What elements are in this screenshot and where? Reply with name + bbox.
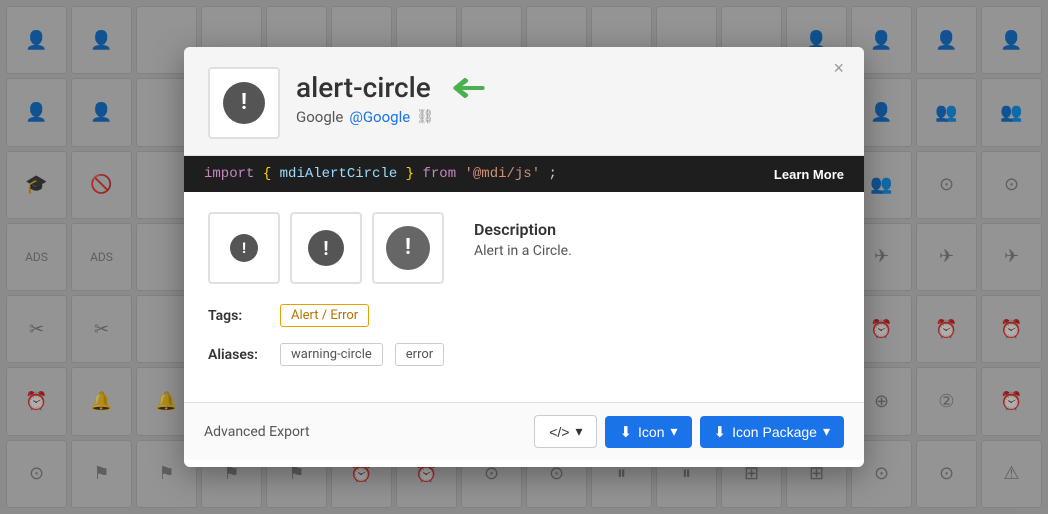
icon-btn-chevron: ▾: [671, 423, 678, 440]
modal-header: ! alert-circle Google @Google: [184, 47, 864, 156]
code-import-keyword: import: [204, 166, 254, 182]
icon-btn-label: Icon: [638, 424, 664, 440]
tags-row: Tags: Alert / Error: [208, 304, 840, 327]
code-semicolon: ;: [549, 166, 557, 182]
code-open-brace: {: [263, 166, 280, 182]
code-bar: import { mdiAlertCircle } from '@mdi/js'…: [184, 156, 864, 192]
icon-preview-small: !: [208, 212, 280, 284]
alias-chip-warning-circle[interactable]: warning-circle: [280, 343, 383, 366]
alert-circle-large: !: [386, 226, 430, 270]
modal-subtitle: Google @Google ⛓: [296, 108, 489, 126]
icon-preview-medium: !: [290, 212, 362, 284]
code-export-button[interactable]: </> ▾: [534, 415, 597, 448]
aliases-label: Aliases:: [208, 347, 268, 363]
alert-circle-small: !: [230, 234, 258, 262]
package-download-icon: ⬇: [714, 423, 727, 441]
modal-title: alert-circle: [296, 71, 489, 104]
icon-package-button[interactable]: ⬇ Icon Package ▾: [700, 416, 844, 448]
footer-actions: </> ▾ ⬇ Icon ▾ ⬇ Icon Package ▾: [534, 415, 844, 448]
code-from-keyword: from: [422, 166, 456, 182]
tags-label: Tags:: [208, 308, 268, 324]
arrow-icon: [441, 74, 489, 102]
icon-pkg-chevron: ▾: [823, 423, 830, 440]
external-link-icon: ⛓: [416, 109, 434, 125]
alert-circle-preview-icon: !: [223, 82, 265, 124]
modal-body: ! ! ! Description Alert in a Circle. Tag…: [184, 192, 864, 402]
icon-pkg-label: Icon Package: [732, 424, 817, 440]
description-title: Description: [474, 220, 572, 239]
code-identifier: mdiAlertCircle: [280, 166, 398, 182]
modal-dialog: ! alert-circle Google @Google: [184, 47, 864, 467]
advanced-export-link[interactable]: Advanced Export: [204, 424, 310, 440]
subtitle-prefix: Google: [296, 108, 343, 126]
modal-footer: Advanced Export </> ▾ ⬇ Icon ▾ ⬇ Icon Pa…: [184, 402, 864, 460]
learn-more-link[interactable]: Learn More: [774, 167, 844, 182]
aliases-row: Aliases: warning-circle error: [208, 343, 840, 366]
code-export-chevron: ▾: [575, 423, 582, 440]
code-snippet: import { mdiAlertCircle } from '@mdi/js'…: [204, 166, 557, 182]
code-close-brace: }: [406, 166, 423, 182]
alias-chip-error[interactable]: error: [395, 343, 444, 366]
icon-download-button[interactable]: ⬇ Icon ▾: [605, 416, 691, 448]
description-text: Alert in a Circle.: [474, 243, 572, 259]
modal-overlay: ! alert-circle Google @Google: [0, 0, 1048, 514]
modal-icon-box: !: [208, 67, 280, 139]
modal-title-text: alert-circle: [296, 71, 431, 104]
modal-title-area: alert-circle Google @Google ⛓: [296, 67, 489, 126]
alert-circle-medium: !: [308, 230, 344, 266]
google-link[interactable]: @Google: [349, 108, 410, 126]
tag-chip-alert-error[interactable]: Alert / Error: [280, 304, 369, 327]
description-area: Description Alert in a Circle.: [474, 212, 572, 259]
code-module-path: '@mdi/js': [465, 166, 541, 182]
download-icon: ⬇: [619, 423, 632, 441]
icon-previews-row: ! ! ! Description Alert in a Circle.: [208, 212, 840, 284]
code-export-icon: </>: [549, 424, 569, 440]
icon-preview-large: !: [372, 212, 444, 284]
close-button[interactable]: ×: [827, 57, 850, 79]
